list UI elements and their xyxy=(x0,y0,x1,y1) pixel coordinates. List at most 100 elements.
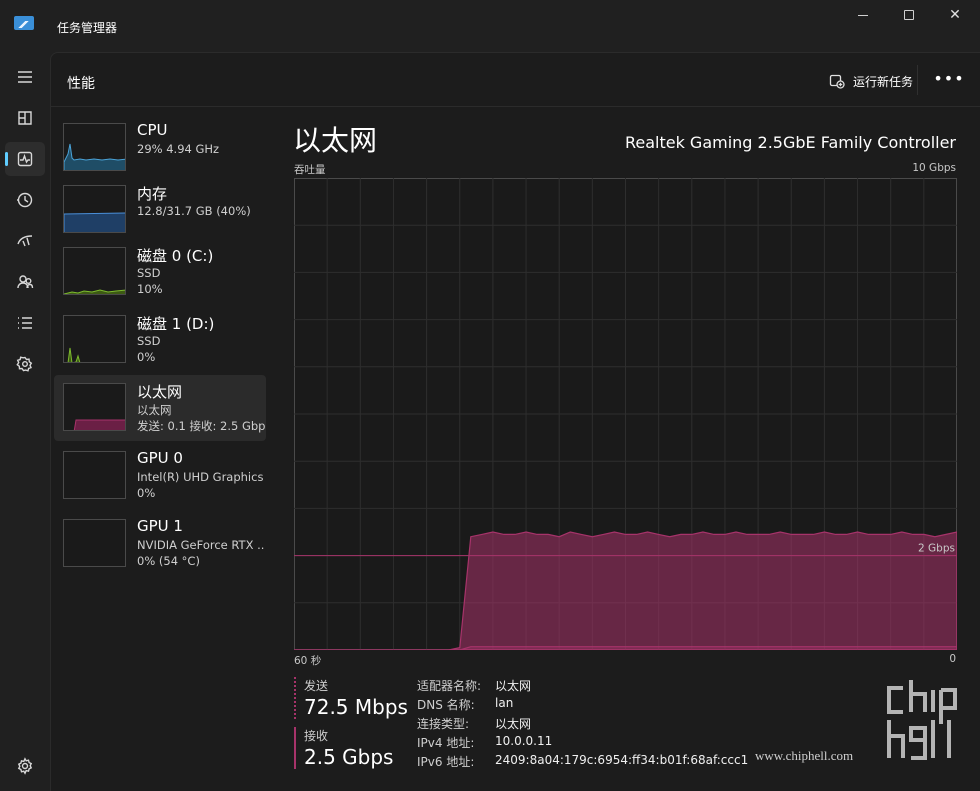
disk-1-thumbnail xyxy=(63,315,126,363)
property-value: lan xyxy=(495,696,514,710)
property-value: 以太网 xyxy=(495,679,532,693)
receive-label: 接收 xyxy=(304,729,329,743)
nav-sidebar xyxy=(0,52,50,791)
property-value: 10.0.0.11 xyxy=(495,734,553,748)
receive-value: 2.5 Gbps xyxy=(304,745,394,769)
gpu-0-thumbnail xyxy=(63,451,126,499)
run-task-label: 运行新任务 xyxy=(853,74,914,89)
nav-item-services[interactable] xyxy=(5,347,45,381)
ethernet-thumbnail xyxy=(63,383,126,431)
property-row: 连接类型: 以太网 xyxy=(417,715,748,734)
adapter-name: Realtek Gaming 2.5GbE Family Controller xyxy=(624,133,956,152)
disk-0-thumbnail xyxy=(63,247,126,295)
app-icon xyxy=(14,16,34,30)
maximize-button[interactable] xyxy=(886,0,932,32)
max-throughput-label: 10 Gbps xyxy=(912,162,956,174)
window-title: 任务管理器 xyxy=(57,21,118,35)
details-icon xyxy=(18,317,32,329)
maximize-icon xyxy=(904,10,914,20)
device-usage: 10% xyxy=(137,282,163,296)
property-key: DNS 名称: xyxy=(417,698,475,712)
more-options-button[interactable]: ••• xyxy=(931,67,967,95)
device-usage: 发送: 0.1 接收: 2.5 Gbps xyxy=(137,419,265,433)
device-name: 磁盘 0 (C:) xyxy=(137,247,214,265)
nav-item-settings[interactable] xyxy=(5,749,45,783)
nav-menu-button[interactable] xyxy=(5,60,45,94)
watermark-logo xyxy=(887,680,957,760)
throughput-graph: 2 Gbps xyxy=(294,178,957,650)
main-panel: 性能 运行新任务 ••• CPU 29% 4.94 GHz 内存 12.8/31… xyxy=(50,52,980,791)
device-name: 以太网 xyxy=(137,383,183,401)
device-disk-0[interactable]: 磁盘 0 (C:) SSD 10% xyxy=(54,239,266,305)
property-row: DNS 名称: lan xyxy=(417,696,748,715)
property-key: 适配器名称: xyxy=(417,679,482,693)
device-name: CPU xyxy=(137,121,168,139)
device-info: 29% 4.94 GHz xyxy=(137,142,220,156)
run-task-icon xyxy=(829,74,845,89)
property-value: 以太网 xyxy=(495,717,532,731)
settings-icon xyxy=(17,757,33,775)
nav-item-app-history[interactable] xyxy=(5,183,45,217)
watermark-url: www.chiphell.com xyxy=(755,748,854,763)
property-key: 连接类型: xyxy=(417,717,470,731)
time-axis-start: 60 秒 xyxy=(294,655,322,667)
device-info: 12.8/31.7 GB (40%) xyxy=(137,204,251,218)
nav-item-performance[interactable] xyxy=(5,142,45,176)
memory-thumbnail xyxy=(63,185,126,233)
device-disk-1[interactable]: 磁盘 1 (D:) SSD 0% xyxy=(54,307,266,373)
close-icon: ✕ xyxy=(949,7,961,23)
startup-icon xyxy=(17,235,33,247)
performance-icon xyxy=(17,151,33,167)
device-info: Intel(R) UHD Graphics xyxy=(137,470,264,484)
device-info: 以太网 xyxy=(137,403,172,417)
device-cpu[interactable]: CPU 29% 4.94 GHz xyxy=(54,115,266,181)
device-memory[interactable]: 内存 12.8/31.7 GB (40%) xyxy=(54,177,266,243)
header-divider xyxy=(917,65,918,95)
device-gpu-0[interactable]: GPU 0 Intel(R) UHD Graphics 0% xyxy=(54,443,266,509)
device-info: SSD xyxy=(137,266,161,280)
property-key: IPv4 地址: xyxy=(417,736,475,750)
device-name: 磁盘 1 (D:) xyxy=(137,315,215,333)
services-icon xyxy=(16,356,33,372)
minimize-icon xyxy=(858,14,868,16)
processes-icon xyxy=(18,111,32,125)
property-row: IPv4 地址: 10.0.0.11 xyxy=(417,734,748,753)
property-row: IPv6 地址: 2409:8a04:179c:6954:ff34:b01f:68… xyxy=(417,753,748,772)
time-axis-end: 0 xyxy=(949,653,956,665)
property-value: 2409:8a04:179c:6954:ff34:b01f:68af:ccc1 xyxy=(495,753,749,767)
device-name: GPU 0 xyxy=(137,449,183,467)
page-header: 性能 运行新任务 ••• xyxy=(51,53,980,107)
detail-title: 以太网 xyxy=(293,124,378,157)
send-label: 发送 xyxy=(304,679,329,693)
page-title: 性能 xyxy=(67,76,95,92)
nav-item-users[interactable] xyxy=(5,265,45,299)
nav-item-details[interactable] xyxy=(5,306,45,340)
device-info: SSD xyxy=(137,334,161,348)
gpu-1-thumbnail xyxy=(63,519,126,567)
send-value: 72.5 Mbps xyxy=(304,695,408,719)
history-icon xyxy=(17,192,33,208)
device-usage: 0% xyxy=(137,350,156,364)
receive-stat: 接收 2.5 Gbps xyxy=(294,727,393,769)
property-row: 适配器名称: 以太网 xyxy=(417,677,748,696)
device-gpu-1[interactable]: GPU 1 NVIDIA GeForce RTX ... 0% (54 °C) xyxy=(54,511,266,577)
device-name: GPU 1 xyxy=(137,517,183,535)
title-bar: 任务管理器 ✕ xyxy=(0,0,980,52)
nav-item-processes[interactable] xyxy=(5,101,45,135)
adapter-properties: 适配器名称: 以太网 DNS 名称: lan 连接类型: 以太网 IPv4 地址: 10… xyxy=(417,677,748,772)
minimize-button[interactable] xyxy=(840,0,886,32)
users-icon xyxy=(17,275,34,289)
device-usage: 0% xyxy=(137,486,156,500)
device-name: 内存 xyxy=(137,185,168,203)
device-ethernet[interactable]: 以太网 以太网 发送: 0.1 接收: 2.5 Gbps xyxy=(54,375,266,441)
run-new-task-button[interactable]: 运行新任务 xyxy=(829,71,913,91)
throughput-label: 吞吐量 xyxy=(294,164,326,176)
reference-line-label: 2 Gbps xyxy=(918,543,955,555)
nav-item-startup[interactable] xyxy=(5,224,45,258)
property-key: IPv6 地址: xyxy=(417,755,475,769)
close-button[interactable]: ✕ xyxy=(932,0,978,32)
cpu-thumbnail xyxy=(63,123,126,171)
device-info: NVIDIA GeForce RTX ... xyxy=(137,538,265,552)
send-stat: 发送 72.5 Mbps xyxy=(294,677,408,719)
device-usage: 0% (54 °C) xyxy=(137,554,200,568)
